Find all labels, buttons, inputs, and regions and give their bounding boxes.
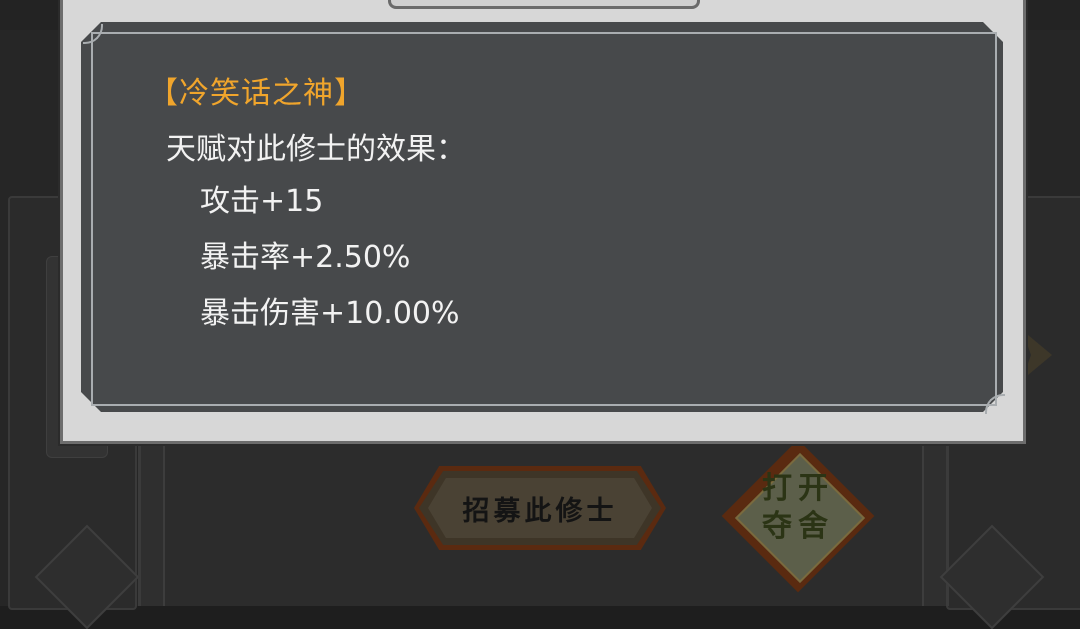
recruit-button-label: 招募此修士 xyxy=(462,495,618,527)
effect-header: 天赋对此修士的效果： xyxy=(166,132,466,167)
open-house-button[interactable]: 打开 夺舍 xyxy=(721,439,875,593)
recruit-button[interactable]: 招募此修士 xyxy=(414,466,666,550)
effect-crit-rate: 暴击率+2.50% xyxy=(200,240,411,275)
talent-title: 【冷笑话之神】 xyxy=(148,76,365,111)
open-house-label-line2: 夺舍 xyxy=(762,509,834,544)
dialog-title-tab xyxy=(388,0,700,9)
effect-crit-damage: 暴击伤害+10.00% xyxy=(200,296,460,331)
effect-list: 攻击+15 暴击率+2.50% 暴击伤害+10.00% xyxy=(200,180,460,348)
effect-attack: 攻击+15 xyxy=(200,184,324,219)
open-house-label-line1: 打开 xyxy=(762,471,834,506)
open-house-label: 打开 夺舍 xyxy=(722,470,874,546)
